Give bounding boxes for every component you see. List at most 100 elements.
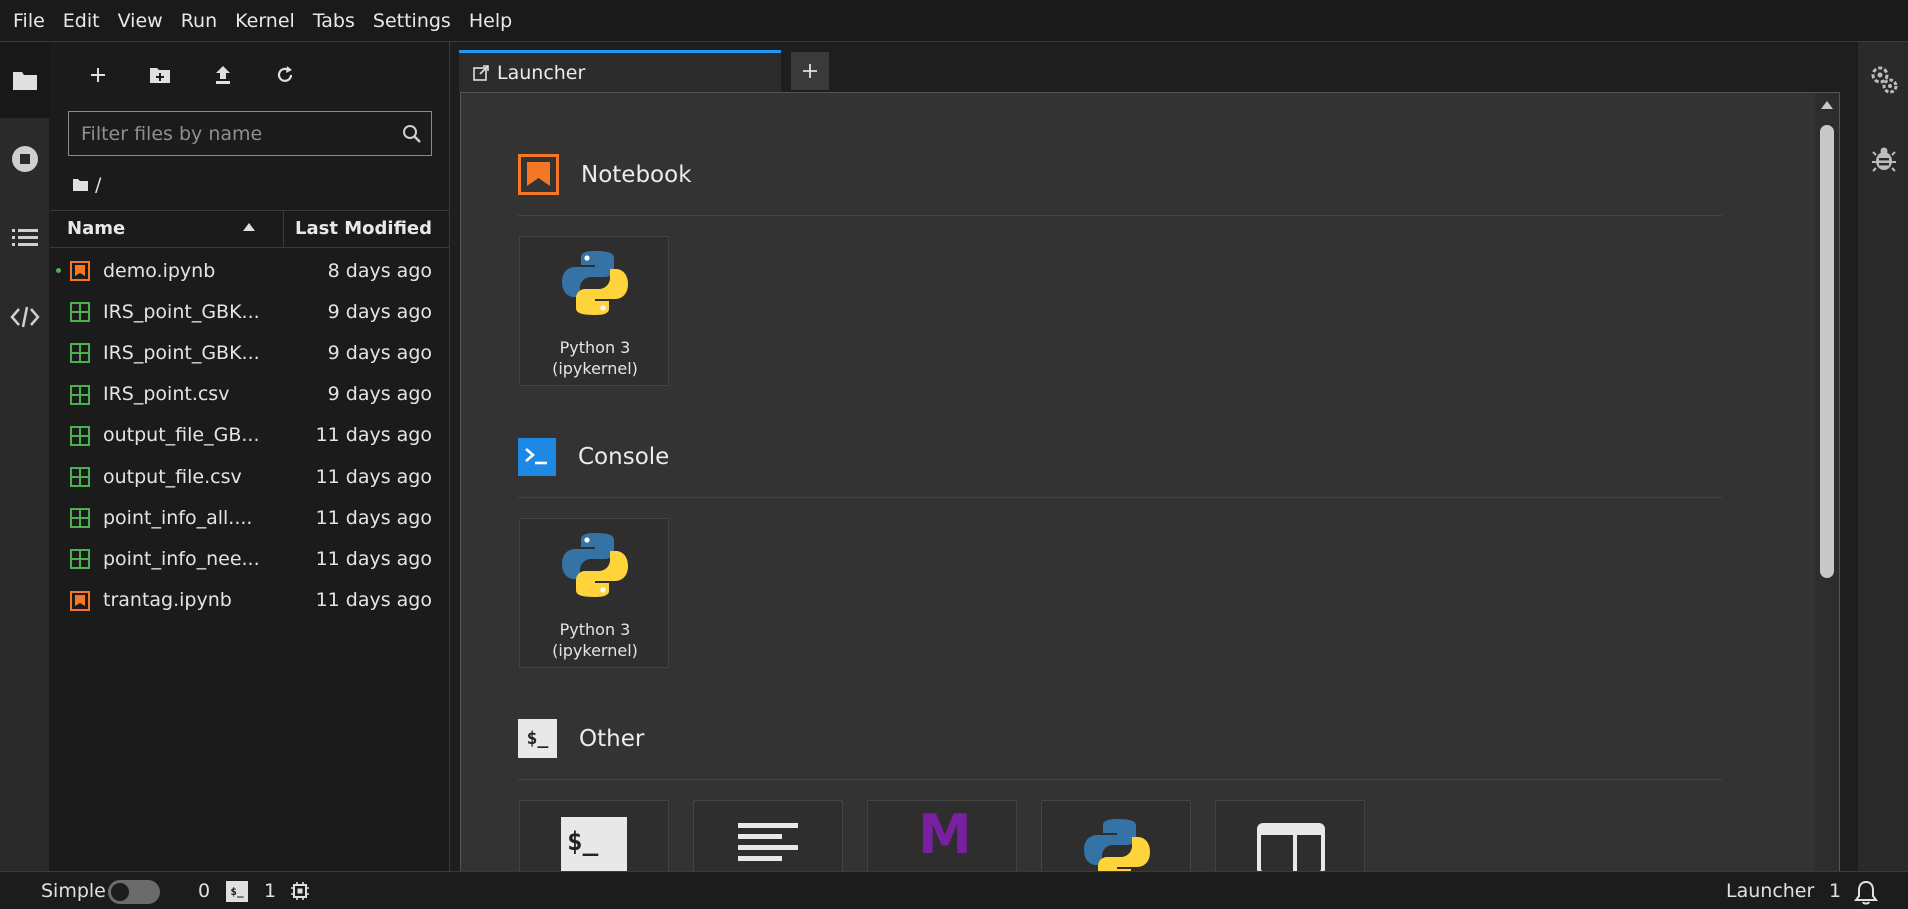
tab-label: Launcher (497, 61, 586, 84)
file-name: IRS_point_GBK... (103, 300, 260, 323)
other-icon-text: $_ (526, 728, 549, 749)
simple-mode-label: Simple (41, 879, 106, 902)
filter-files-input[interactable] (69, 112, 393, 155)
other-section-title: Other (579, 725, 645, 752)
simple-mode-toggle[interactable] (108, 880, 160, 904)
file-name: point_info_nee... (103, 547, 260, 570)
spreadsheet-file-icon (70, 425, 90, 446)
menu-help[interactable]: Help (460, 0, 521, 42)
running-sessions-icon[interactable] (0, 139, 50, 179)
file-browser-panel: / Name Last Modified demo.ipynb 8 days ag… (50, 42, 450, 871)
upload-button[interactable] (206, 58, 240, 92)
menu-bar: File Edit View Run Kernel Tabs Settings … (0, 0, 1908, 42)
python-logo-icon (560, 531, 630, 607)
tab-launcher[interactable]: Launcher (459, 50, 781, 92)
console-section-title: Console (578, 444, 670, 470)
notifications-count[interactable]: 1 (1829, 880, 1841, 902)
toggle-knob (111, 883, 129, 901)
file-row[interactable]: trantag.ipynb 11 days ago (50, 580, 450, 621)
launcher-scrollbar[interactable] (1815, 93, 1839, 906)
file-modified: 9 days ago (327, 341, 432, 364)
code-extensions-icon[interactable] (0, 297, 50, 337)
table-of-contents-icon[interactable] (0, 218, 50, 258)
spreadsheet-file-icon (70, 343, 90, 364)
menu-file[interactable]: File (4, 0, 54, 42)
section-divider (518, 215, 1722, 216)
left-activity-bar (0, 42, 50, 871)
console-icon (518, 438, 556, 476)
file-row[interactable]: demo.ipynb 8 days ago (50, 250, 450, 291)
bell-icon[interactable] (1853, 879, 1879, 905)
terminal-status-icon[interactable]: $_ (226, 881, 248, 902)
folder-icon[interactable] (0, 60, 50, 100)
kernels-count[interactable]: 1 (264, 880, 276, 902)
last-modified-column-header[interactable]: Last Modified (295, 211, 432, 247)
spreadsheet-file-icon (70, 384, 90, 405)
menu-edit[interactable]: Edit (54, 0, 109, 42)
column-divider[interactable] (283, 211, 284, 247)
markdown-icon: M (918, 803, 972, 866)
menu-view[interactable]: View (109, 0, 172, 42)
new-folder-button[interactable] (143, 58, 177, 92)
file-modified: 9 days ago (327, 300, 432, 323)
file-name: output_file_GB... (103, 424, 260, 447)
refresh-button[interactable] (268, 58, 302, 92)
breadcrumb: / (72, 170, 101, 200)
menu-tabs[interactable]: Tabs (304, 0, 364, 42)
notebook-file-icon (70, 261, 90, 281)
file-name: IRS_point_GBK... (103, 341, 260, 364)
property-inspector-icon[interactable] (1858, 60, 1908, 100)
file-name: point_info_all.... (103, 506, 253, 529)
show-contextual-help-icon (1257, 823, 1325, 875)
launcher-panel: Notebook Python 3 (ipykernel) Console Py… (460, 92, 1840, 907)
file-row[interactable]: point_info_all.... 11 days ago (50, 497, 450, 538)
file-list-header: Name Last Modified (50, 210, 450, 248)
file-modified: 9 days ago (327, 383, 432, 406)
notebook-python3-card[interactable]: Python 3 (ipykernel) (519, 236, 669, 386)
file-row[interactable]: IRS_point.csv 9 days ago (50, 374, 450, 415)
active-item-label: Launcher (1726, 879, 1815, 902)
file-modified: 11 days ago (315, 465, 432, 488)
spreadsheet-file-icon (70, 466, 90, 487)
tab-bar: Launcher (459, 50, 1857, 92)
debugger-icon[interactable] (1858, 139, 1908, 179)
running-indicator-dot (56, 268, 61, 273)
sort-ascending-icon (243, 223, 255, 231)
file-row[interactable]: point_info_nee... 11 days ago (50, 538, 450, 579)
file-row[interactable]: IRS_point_GBK... 9 days ago (50, 332, 450, 373)
breadcrumb-root[interactable]: / (95, 174, 101, 196)
section-divider (518, 779, 1722, 780)
file-row[interactable]: output_file_GB... 11 days ago (50, 415, 450, 456)
file-row[interactable]: IRS_point_GBK... 9 days ago (50, 291, 450, 332)
file-browser-toolbar (50, 42, 450, 106)
filter-files-field (68, 111, 432, 156)
card-label-line2: (ipykernel) (552, 359, 638, 378)
file-name: demo.ipynb (103, 259, 216, 282)
scroll-up-arrow-icon[interactable] (1820, 99, 1834, 111)
terminals-count[interactable]: 0 (198, 880, 210, 902)
launcher-icon (473, 64, 489, 81)
file-name: IRS_point.csv (103, 383, 230, 406)
folder-icon[interactable] (72, 178, 89, 192)
name-column-header[interactable]: Name (67, 211, 125, 247)
spreadsheet-file-icon (70, 302, 90, 323)
new-launcher-button[interactable] (81, 58, 115, 92)
menu-run[interactable]: Run (172, 0, 226, 42)
console-python3-card[interactable]: Python 3 (ipykernel) (519, 518, 669, 668)
notebook-icon (518, 154, 559, 195)
section-divider (518, 497, 1722, 498)
file-name: output_file.csv (103, 465, 242, 488)
launcher-content: Notebook Python 3 (ipykernel) Console Py… (461, 93, 1801, 906)
other-section-header: $_ Other (518, 719, 644, 758)
kernel-chip-icon[interactable] (290, 881, 310, 901)
add-tab-button[interactable] (791, 52, 829, 90)
menu-kernel[interactable]: Kernel (226, 0, 304, 42)
status-bar: Simple 0 $_ 1 Launcher 1 (0, 871, 1908, 909)
console-section-header: Console (518, 438, 669, 476)
scrollbar-thumb[interactable] (1820, 125, 1834, 578)
notebook-section-title: Notebook (581, 161, 692, 188)
notebook-section-header: Notebook (518, 154, 692, 195)
file-name: trantag.ipynb (103, 589, 232, 612)
file-row[interactable]: output_file.csv 11 days ago (50, 456, 450, 497)
menu-settings[interactable]: Settings (364, 0, 460, 42)
